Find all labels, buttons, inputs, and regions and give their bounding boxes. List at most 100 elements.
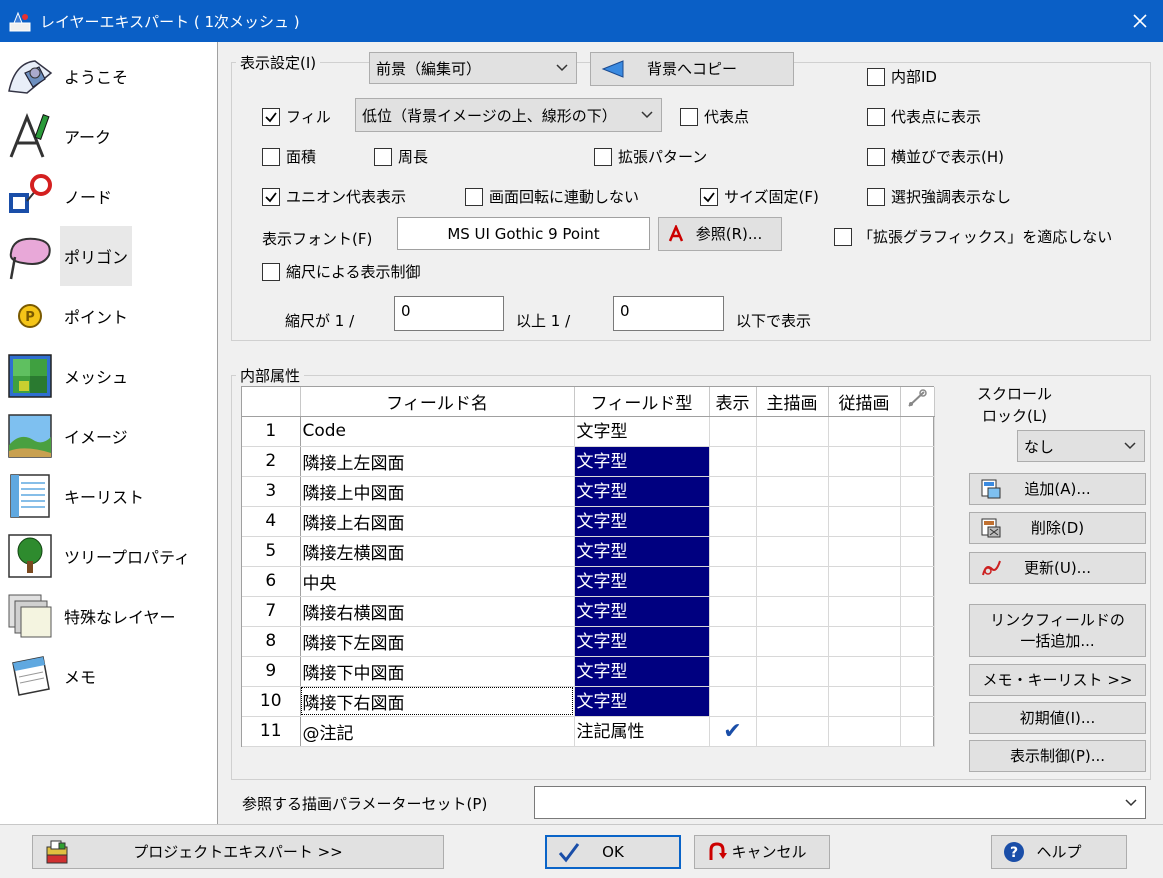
link-cell[interactable] xyxy=(900,536,935,567)
field-type-cell[interactable]: 文字型 xyxy=(574,416,710,447)
row-number-cell[interactable]: 4 xyxy=(242,506,301,537)
table-row[interactable]: 7 隣接右横図面 文字型 xyxy=(242,596,935,627)
field-name-cell[interactable]: 隣接左横図面 xyxy=(300,536,575,567)
delete-field-button[interactable]: 削除(D) xyxy=(969,512,1146,544)
extended-pattern-checkbox[interactable]: 拡張パターン xyxy=(594,146,707,167)
attribute-grid[interactable]: フィールド名 フィールド型 表示 主描画 従描画 1 Code 文字型 2 隣接上左図面… xyxy=(241,386,935,747)
column-header-link[interactable] xyxy=(900,387,935,417)
horizontal-display-checkbox[interactable]: 横並びで表示(H) xyxy=(867,146,1004,167)
primary-draw-cell[interactable] xyxy=(756,596,829,627)
copy-to-background-button[interactable]: 背景へコピー xyxy=(590,52,794,86)
row-number-cell[interactable]: 2 xyxy=(242,446,301,477)
primary-draw-cell[interactable] xyxy=(756,536,829,567)
nav-item-node[interactable]: ノード xyxy=(4,166,116,226)
row-number-cell[interactable]: 1 xyxy=(242,416,301,447)
layer-mode-select[interactable]: 前景（編集可） xyxy=(369,52,577,84)
primary-draw-cell[interactable] xyxy=(756,626,829,657)
secondary-draw-cell[interactable] xyxy=(828,596,901,627)
primary-draw-cell[interactable] xyxy=(756,716,829,747)
secondary-draw-cell[interactable] xyxy=(828,566,901,597)
field-name-cell[interactable]: 隣接右横図面 xyxy=(300,596,575,627)
row-number-cell[interactable]: 7 xyxy=(242,596,301,627)
secondary-draw-cell[interactable] xyxy=(828,476,901,507)
area-checkbox[interactable]: 面積 xyxy=(262,146,316,167)
field-name-cell[interactable]: 隣接下右図面 xyxy=(300,686,575,717)
table-row[interactable]: 11 @注記 注記属性 ✔ xyxy=(242,716,935,747)
field-name-cell[interactable]: @注記 xyxy=(300,716,575,747)
row-number-cell[interactable]: 8 xyxy=(242,626,301,657)
field-type-cell[interactable]: 文字型 xyxy=(574,566,710,597)
scale-min-input[interactable]: 0 xyxy=(394,296,504,331)
close-button[interactable] xyxy=(1117,0,1163,42)
no-select-highlight-checkbox[interactable]: 選択強調表示なし xyxy=(867,186,1011,207)
field-type-cell[interactable]: 文字型 xyxy=(574,476,710,507)
row-number-cell[interactable]: 3 xyxy=(242,476,301,507)
table-row[interactable]: 9 隣接下中図面 文字型 xyxy=(242,656,935,687)
help-button[interactable]: ? ヘルプ xyxy=(991,835,1127,869)
display-flag-cell[interactable] xyxy=(709,416,757,447)
link-cell[interactable] xyxy=(900,476,935,507)
internal-id-checkbox[interactable]: 内部ID xyxy=(867,66,937,87)
field-type-cell[interactable]: 注記属性 xyxy=(574,716,710,747)
link-cell[interactable] xyxy=(900,596,935,627)
scale-control-checkbox[interactable]: 縮尺による表示制御 xyxy=(262,261,421,282)
memo-keylist-button[interactable]: メモ・キーリスト >> xyxy=(969,664,1146,696)
display-flag-cell[interactable] xyxy=(709,536,757,567)
display-flag-cell[interactable] xyxy=(709,566,757,597)
field-name-cell[interactable]: 隣接下左図面 xyxy=(300,626,575,657)
table-row[interactable]: 3 隣接上中図面 文字型 xyxy=(242,476,935,507)
link-cell[interactable] xyxy=(900,626,935,657)
field-type-cell[interactable]: 文字型 xyxy=(574,536,710,567)
field-name-cell[interactable]: 隣接上右図面 xyxy=(300,506,575,537)
representative-point-checkbox[interactable]: 代表点 xyxy=(680,106,749,127)
fill-position-select[interactable]: 低位（背景イメージの上、線形の下） xyxy=(355,98,662,132)
secondary-draw-cell[interactable] xyxy=(828,716,901,747)
nav-item-image[interactable]: イメージ xyxy=(4,406,132,466)
link-cell[interactable] xyxy=(900,656,935,687)
display-flag-cell[interactable] xyxy=(709,686,757,717)
union-rep-display-checkbox[interactable]: ユニオン代表表示 xyxy=(262,186,406,207)
nav-item-point[interactable]: P ポイント xyxy=(4,286,132,346)
row-number-cell[interactable]: 5 xyxy=(242,536,301,567)
display-flag-cell[interactable] xyxy=(709,596,757,627)
field-type-cell[interactable]: 文字型 xyxy=(574,656,710,687)
add-field-button[interactable]: 追加(A)... xyxy=(969,473,1146,505)
row-number-cell[interactable]: 6 xyxy=(242,566,301,597)
link-cell[interactable] xyxy=(900,446,935,477)
display-flag-cell[interactable] xyxy=(709,446,757,477)
field-type-cell[interactable]: 文字型 xyxy=(574,686,710,717)
nav-item-welcome[interactable]: ようこそ xyxy=(4,46,132,106)
display-control-button[interactable]: 表示制御(P)... xyxy=(969,740,1146,772)
secondary-draw-cell[interactable] xyxy=(828,626,901,657)
secondary-draw-cell[interactable] xyxy=(828,416,901,447)
column-header-field-type[interactable]: フィールド型 xyxy=(574,387,710,417)
table-row[interactable]: 5 隣接左横図面 文字型 xyxy=(242,536,935,567)
field-type-cell[interactable]: 文字型 xyxy=(574,446,710,477)
update-field-button[interactable]: 更新(U)... xyxy=(969,552,1146,584)
primary-draw-cell[interactable] xyxy=(756,476,829,507)
initial-value-button[interactable]: 初期値(I)... xyxy=(969,702,1146,734)
field-name-cell[interactable]: Code xyxy=(300,416,575,447)
display-flag-cell[interactable] xyxy=(709,626,757,657)
table-row[interactable]: 8 隣接下左図面 文字型 xyxy=(242,626,935,657)
link-cell[interactable] xyxy=(900,566,935,597)
display-flag-cell[interactable] xyxy=(709,656,757,687)
ok-button[interactable]: OK xyxy=(545,835,681,869)
display-flag-cell[interactable] xyxy=(709,476,757,507)
nav-item-tree-property[interactable]: ツリープロパティ xyxy=(4,526,194,586)
secondary-draw-cell[interactable] xyxy=(828,536,901,567)
primary-draw-cell[interactable] xyxy=(756,656,829,687)
nav-item-special-layer[interactable]: 特殊なレイヤー xyxy=(4,586,180,646)
field-name-cell[interactable]: 中央 xyxy=(300,566,575,597)
row-number-cell[interactable]: 11 xyxy=(242,716,301,747)
field-name-cell[interactable]: 隣接上中図面 xyxy=(300,476,575,507)
link-field-bulk-add-button[interactable]: リンクフィールドの 一括追加... xyxy=(969,604,1146,657)
primary-draw-cell[interactable] xyxy=(756,566,829,597)
field-name-cell[interactable]: 隣接下中図面 xyxy=(300,656,575,687)
primary-draw-cell[interactable] xyxy=(756,416,829,447)
nav-item-memo[interactable]: メモ xyxy=(4,646,100,706)
param-set-select[interactable] xyxy=(534,786,1146,819)
field-type-cell[interactable]: 文字型 xyxy=(574,596,710,627)
browse-font-button[interactable]: 参照(R)... xyxy=(658,217,782,251)
nav-item-polygon[interactable]: ポリゴン xyxy=(4,226,133,286)
